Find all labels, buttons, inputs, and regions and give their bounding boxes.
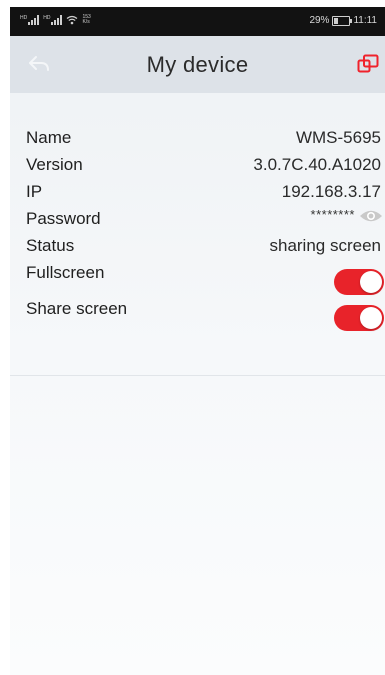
- signal-1: HD: [20, 15, 40, 25]
- ip-label: IP: [26, 182, 43, 201]
- version-row: Version 3.0.7C.40.A1020: [26, 151, 385, 178]
- toggle-knob: [360, 271, 382, 293]
- signal-2: HD: [43, 15, 63, 25]
- toggle-knob: [360, 307, 382, 329]
- signal-icon: [51, 15, 63, 25]
- password-field: ********: [310, 207, 383, 223]
- status-bar-left: HD HD 153 K/s: [20, 15, 91, 25]
- device-name-row: Name WMS-5695: [26, 124, 385, 151]
- status-value: sharing screen: [269, 236, 381, 255]
- status-label: Status: [26, 236, 75, 255]
- status-bar: HD HD 153 K/s 29% 11:11: [10, 7, 385, 36]
- device-name-value: WMS-5695: [295, 128, 381, 147]
- ip-value: 192.168.3.17: [281, 182, 381, 201]
- status-bar-right: 29% 11:11: [309, 15, 377, 26]
- fullscreen-toggle[interactable]: [334, 269, 384, 295]
- network-speed-unit: K/s: [82, 19, 90, 25]
- share-screen-toggle[interactable]: [334, 305, 384, 331]
- cast-screen-icon[interactable]: [357, 54, 379, 74]
- version-value: 3.0.7C.40.A1020: [253, 155, 381, 174]
- battery-percent: 29%: [309, 15, 330, 26]
- ip-row: IP 192.168.3.17: [26, 178, 385, 205]
- page-title: My device: [146, 52, 249, 77]
- eye-icon[interactable]: [359, 209, 383, 223]
- app-header: My device: [10, 36, 385, 93]
- password-row: Password ********: [26, 205, 385, 232]
- signal-icon: [28, 15, 40, 25]
- hd-label: HD: [43, 15, 51, 21]
- phone-screen: HD HD 153 K/s 29% 11:11 My device Name W…: [10, 7, 385, 675]
- fullscreen-row: Fullscreen: [26, 259, 385, 295]
- battery-icon: [332, 15, 353, 26]
- password-label: Password: [26, 209, 101, 228]
- network-speed: 153 K/s: [82, 15, 90, 25]
- share-screen-label: Share screen: [26, 299, 128, 318]
- battery-level: [334, 17, 339, 24]
- hd-label: HD: [20, 15, 28, 21]
- status-row: Status sharing screen: [26, 232, 385, 259]
- list-divider: [10, 375, 385, 376]
- clock: 11:11: [353, 15, 377, 26]
- share-screen-row: Share screen: [26, 295, 385, 331]
- device-name-label: Name: [26, 128, 72, 147]
- fullscreen-label: Fullscreen: [26, 263, 105, 282]
- device-info-list: Name WMS-5695 Version 3.0.7C.40.A1020 IP…: [26, 124, 385, 331]
- version-label: Version: [26, 155, 83, 174]
- password-value: ********: [310, 207, 355, 222]
- wifi-icon: [67, 15, 78, 25]
